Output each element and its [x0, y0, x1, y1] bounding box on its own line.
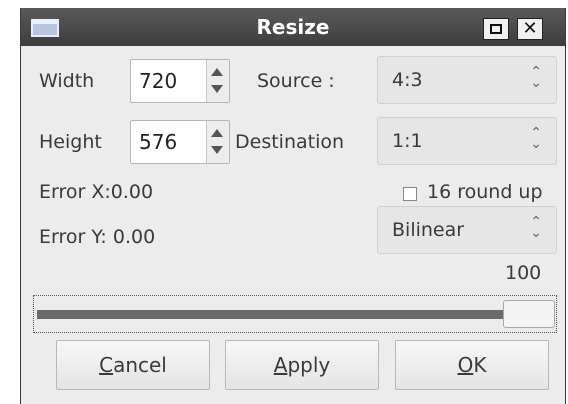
width-spinbox[interactable]: 720 — [130, 59, 230, 103]
ok-button[interactable]: OK — [395, 340, 549, 390]
height-value[interactable]: 576 — [139, 130, 177, 154]
slider-fill — [37, 310, 505, 319]
spin-up-icon[interactable] — [211, 68, 223, 76]
source-value: 4:3 — [392, 69, 423, 91]
height-label: Height — [39, 131, 102, 153]
maximize-icon — [490, 24, 502, 34]
maximize-button[interactable] — [483, 18, 509, 40]
height-spin-arrows[interactable] — [206, 121, 229, 163]
resize-dialog: Resize ✕ Width 720 Source : 4:3 ⌃ ⌄ Heigh… — [20, 8, 566, 404]
filter-combo[interactable]: Bilinear ⌃ ⌄ — [377, 206, 557, 254]
destination-combo[interactable]: 1:1 ⌃ ⌄ — [377, 117, 557, 165]
width-value[interactable]: 720 — [139, 69, 177, 93]
round-up-label[interactable]: 16 round up — [427, 181, 543, 203]
height-spinbox[interactable]: 576 — [130, 120, 230, 164]
width-spin-arrows[interactable] — [206, 60, 229, 102]
close-button[interactable]: ✕ — [517, 18, 543, 40]
chevron-updown-icon: ⌃ ⌄ — [530, 64, 542, 91]
title-bar[interactable]: Resize ✕ — [21, 8, 565, 46]
spin-down-icon[interactable] — [211, 85, 223, 93]
chevron-updown-icon: ⌃ ⌄ — [530, 214, 542, 241]
chevron-updown-icon: ⌃ ⌄ — [530, 125, 542, 152]
error-y-readout: Error Y: 0.00 — [39, 226, 156, 248]
width-label: Width — [39, 70, 95, 92]
spin-down-icon[interactable] — [211, 146, 223, 154]
close-icon: ✕ — [522, 18, 538, 39]
destination-value: 1:1 — [392, 130, 423, 152]
source-combo[interactable]: 4:3 ⌃ ⌄ — [377, 56, 557, 104]
spin-up-icon[interactable] — [211, 129, 223, 137]
destination-label: Destination — [235, 131, 345, 153]
source-label: Source : — [257, 70, 335, 92]
percent-value: 100 — [505, 262, 542, 284]
error-x-readout: Error X:0.00 — [39, 181, 154, 203]
round-up-checkbox[interactable] — [403, 187, 417, 201]
cancel-button[interactable]: Cancel — [56, 340, 210, 390]
slider-handle[interactable] — [503, 300, 555, 328]
filter-value: Bilinear — [392, 219, 465, 241]
apply-button[interactable]: Apply — [225, 340, 379, 390]
